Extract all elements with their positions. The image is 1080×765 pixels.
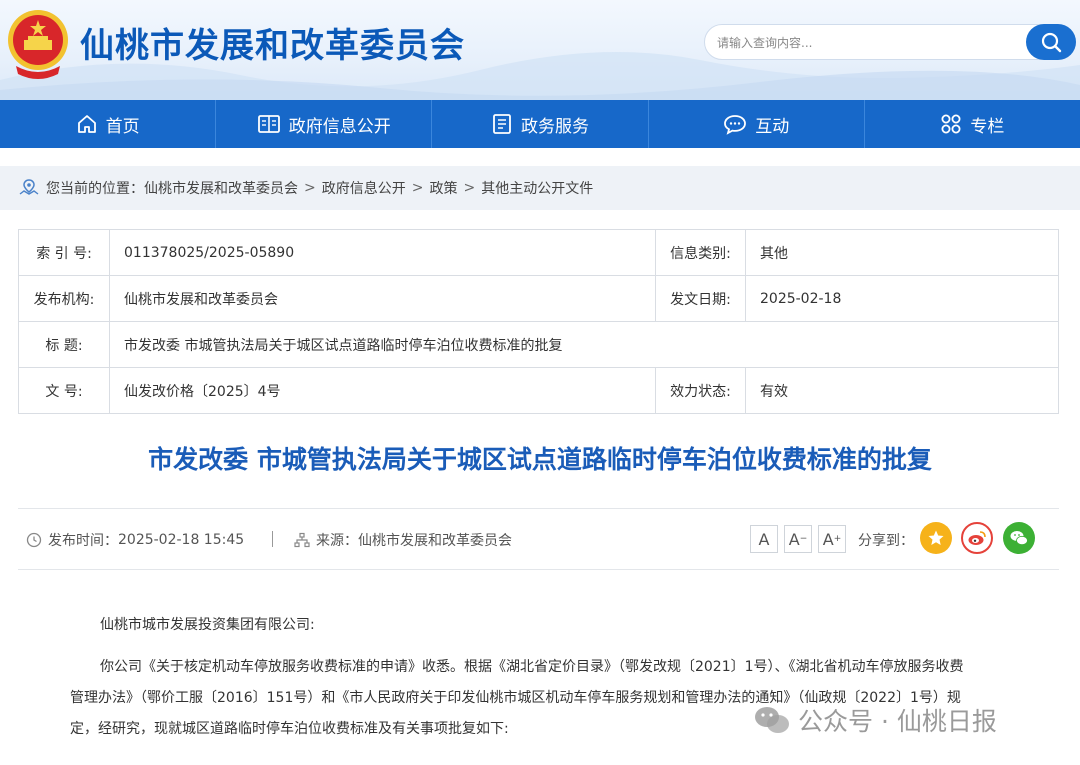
table-row: 文 号: 仙发改价格〔2025〕4号 效力状态: 有效 [18, 367, 1059, 414]
search-icon [1041, 32, 1062, 53]
site-title: 仙桃市发展和改革委员会 [80, 26, 465, 66]
star-icon [928, 530, 944, 545]
table-row: 索 引 号: 011378025/2025-05890 信息类别: 其他 [18, 229, 1059, 276]
breadcrumb-separator: > [411, 180, 424, 196]
clock-icon [26, 532, 42, 548]
publish-time: 发布时间： 2025-02-18 15:45 [26, 530, 244, 550]
share-weibo-button[interactable] [961, 522, 993, 554]
title-label: 标 题: [18, 321, 110, 368]
source-label: 来源： [316, 533, 358, 549]
nav-item-interaction[interactable]: 互动 [649, 100, 865, 148]
issuer-value: 仙桃市发展和改革委员会 [109, 275, 656, 322]
article-source: 来源： 仙桃市发展和改革委员会 [294, 530, 512, 550]
watermark: 公众号 · 仙桃日报 [752, 702, 997, 738]
nav-item-label: 政务服务 [521, 116, 589, 137]
breadcrumb-separator: > [463, 180, 476, 196]
breadcrumb-item[interactable]: 其他主动公开文件 [481, 178, 593, 198]
docno-value: 仙发改价格〔2025〕4号 [109, 367, 656, 414]
nav-item-label: 互动 [755, 116, 790, 137]
national-emblem-icon [8, 10, 68, 79]
font-decrease-button[interactable]: A − [784, 525, 812, 553]
share-label: 分享到： [858, 533, 914, 549]
nav-item-label: 专栏 [970, 116, 1005, 137]
site-header: 仙桃市发展和改革委员会 [0, 0, 1080, 100]
search-button[interactable] [1026, 24, 1076, 60]
nav-item-services[interactable]: 政务服务 [432, 100, 649, 148]
nav-item-home[interactable]: 首页 [0, 100, 217, 148]
nav-item-gov-info[interactable]: 政府信息公开 [216, 100, 433, 148]
document-list-icon [493, 114, 511, 134]
share-qzone-button[interactable] [920, 522, 952, 554]
nav-item-label: 政府信息公开 [288, 116, 391, 137]
body-line: 你公司《关于核定机动车停放服务收费标准的申请》收悉。根据《湖北省定价目录》（鄂发… [100, 659, 964, 675]
share-wechat-button[interactable] [1003, 522, 1035, 554]
table-row: 发布机构: 仙桃市发展和改革委员会 发文日期: 2025-02-18 [18, 275, 1059, 322]
search-input[interactable] [717, 32, 1017, 54]
publish-label: 发布时间： [48, 533, 118, 549]
date-label: 发文日期: [655, 275, 746, 322]
category-label: 信息类别: [655, 229, 746, 276]
source-value: 仙桃市发展和改革委员会 [358, 533, 512, 549]
article-meta-bar: 发布时间： 2025-02-18 15:45 来源： 仙桃市发展和改革委员会 A… [18, 508, 1059, 570]
document-info-table: 索 引 号: 011378025/2025-05890 信息类别: 其他 发布机… [18, 229, 1059, 414]
index-value: 011378025/2025-05890 [109, 229, 656, 276]
validity-value: 有效 [745, 367, 1059, 414]
sitemap-icon [294, 532, 310, 548]
wechat-icon [1010, 531, 1028, 546]
docno-label: 文 号: [18, 367, 110, 414]
publish-time-value: 2025-02-18 15:45 [118, 532, 245, 548]
font-increase-button[interactable]: A + [818, 525, 846, 553]
home-icon [77, 115, 96, 133]
chat-bubble-icon [724, 115, 747, 135]
breadcrumb-item[interactable]: 政策 [429, 178, 457, 198]
validity-label: 效力状态: [655, 367, 746, 414]
open-book-icon [257, 115, 280, 133]
location-icon [19, 179, 39, 195]
date-value: 2025-02-18 [745, 275, 1059, 322]
issuer-label: 发布机构: [18, 275, 110, 322]
nav-item-column[interactable]: 专栏 [865, 100, 1080, 148]
index-label: 索 引 号: [18, 229, 110, 276]
breadcrumb: 您当前的位置： 仙桃市发展和改革委员会 > 政府信息公开 > 政策 > 其他主动… [0, 166, 1080, 210]
font-default-button[interactable]: A [750, 525, 778, 553]
grid-apps-icon [941, 114, 961, 134]
wechat-official-account-icon [755, 707, 789, 733]
title-value: 市发改委 市城管执法局关于城区试点道路临时停车泊位收费标准的批复 [109, 321, 1059, 368]
category-value: 其他 [745, 229, 1059, 276]
table-row: 标 题: 市发改委 市城管执法局关于城区试点道路临时停车泊位收费标准的批复 [18, 321, 1059, 368]
breadcrumb-item[interactable]: 仙桃市发展和改革委员会 [144, 178, 298, 198]
main-nav: 首页 政府信息公开 政务服务 互动 专栏 [0, 100, 1080, 148]
breadcrumb-separator: > [304, 180, 316, 196]
weibo-icon [968, 531, 986, 545]
breadcrumb-prefix: 您当前的位置： [46, 181, 144, 197]
search-box [704, 24, 1076, 60]
meta-divider [272, 531, 273, 547]
watermark-text: 公众号 · 仙桃日报 [798, 707, 997, 736]
article-title: 市发改委 市城管执法局关于城区试点道路临时停车泊位收费标准的批复 [148, 445, 932, 474]
recipient-line: 仙桃市城市发展投资集团有限公司: [100, 617, 315, 633]
nav-item-label: 首页 [105, 116, 140, 137]
breadcrumb-item[interactable]: 政府信息公开 [322, 178, 406, 198]
